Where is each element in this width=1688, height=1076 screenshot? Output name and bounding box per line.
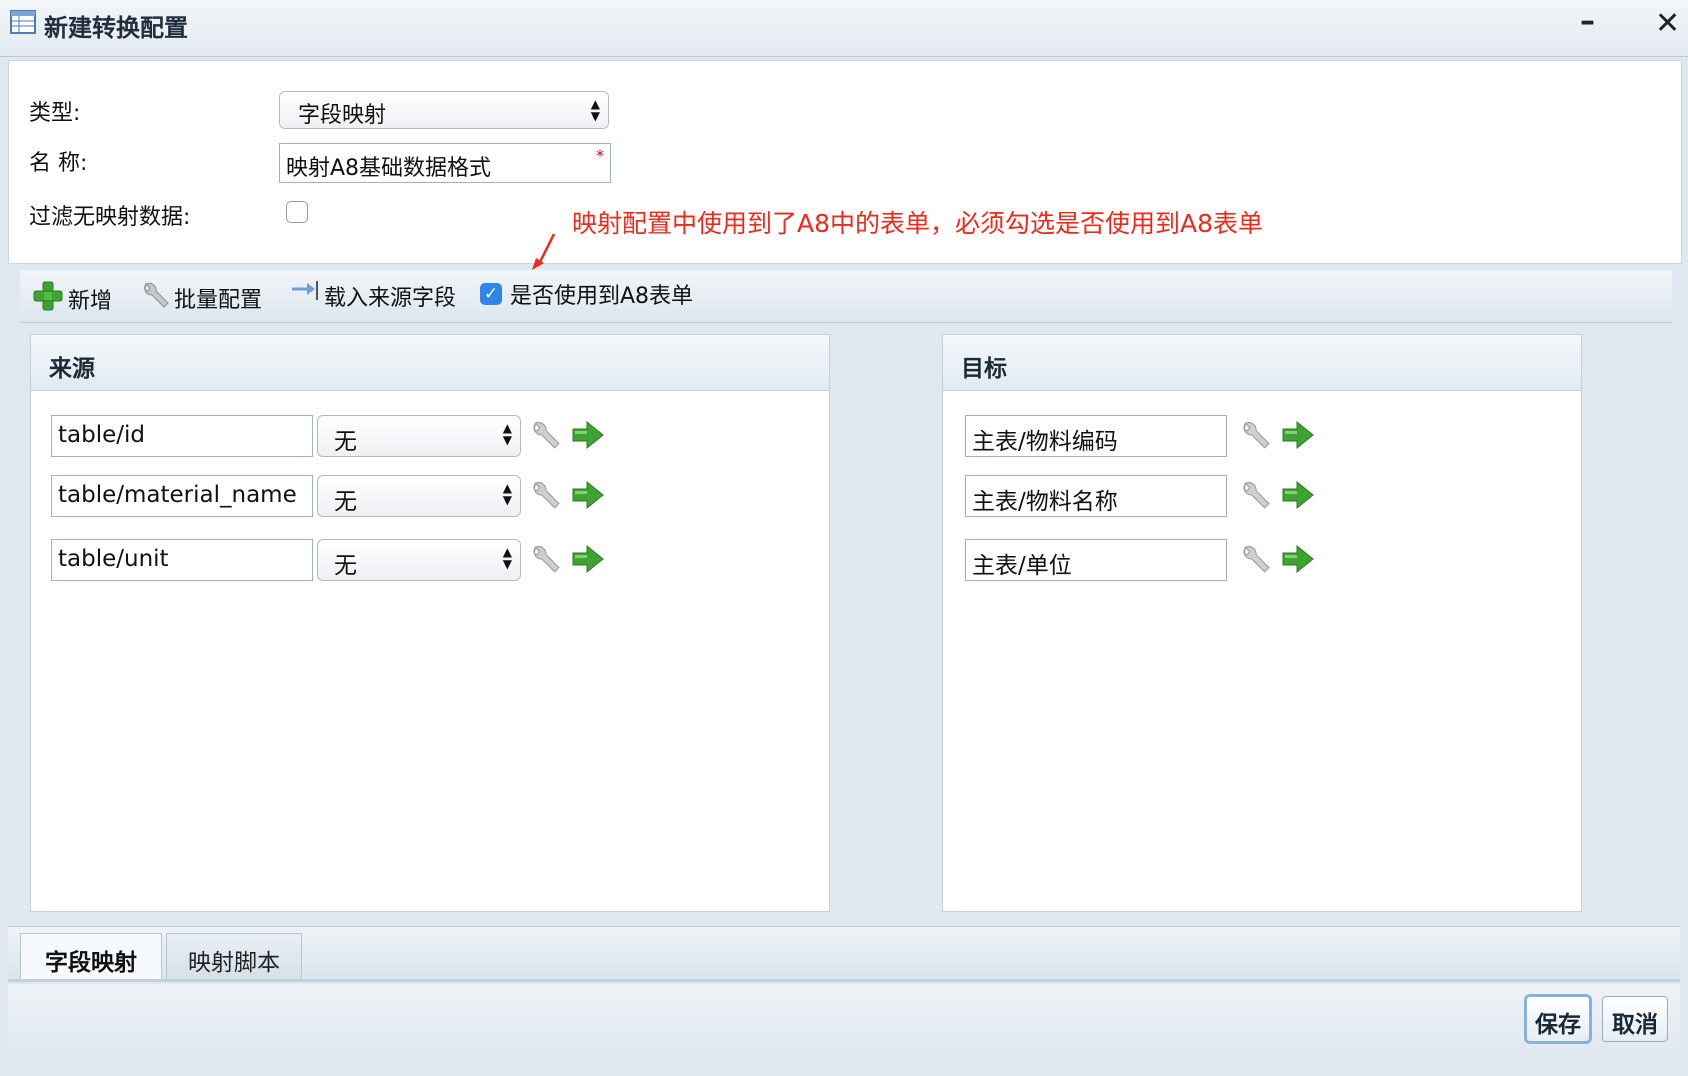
name-label: 名 称: <box>29 151 88 176</box>
target-panel: 目标 主表/物料编码 主表/物料名称 主表/单位 <box>942 334 1582 912</box>
green-arrow-icon[interactable] <box>1281 419 1315 455</box>
annotation-note: 映射配置中使用到了A8中的表单，必须勾选是否使用到A8表单 <box>572 209 1264 238</box>
source-panel-title: 来源 <box>31 335 829 391</box>
filter-checkbox[interactable] <box>286 201 308 223</box>
type-label: 类型: <box>29 101 81 126</box>
add-label: 新增 <box>68 289 113 314</box>
select-arrows-icon: ▲ ▼ <box>590 97 600 123</box>
source-option-select[interactable]: 无 ▲ ▼ <box>317 475 521 517</box>
source-field-input[interactable]: table/unit <box>51 539 313 581</box>
source-option-value: 无 <box>334 489 357 515</box>
source-panel: 来源 table/id 无 ▲ ▼ table/material_name 无 ▲… <box>30 334 830 912</box>
source-field-input[interactable]: table/material_name <box>51 475 313 517</box>
use-a8-label: 是否使用到A8表单 <box>510 284 694 309</box>
table-icon <box>10 10 36 38</box>
select-arrows-icon: ▲ ▼ <box>502 481 512 507</box>
name-input[interactable]: 映射A8基础数据格式 * <box>279 143 611 183</box>
cancel-button[interactable]: 取消 <box>1602 996 1668 1042</box>
source-option-value: 无 <box>334 429 357 455</box>
wrench-icon[interactable] <box>529 543 561 579</box>
green-arrow-icon[interactable] <box>571 419 605 455</box>
wrench-icon[interactable] <box>1239 419 1271 455</box>
config-form: 类型: 字段映射 ▲ ▼ 名 称: 映射A8基础数据格式 * 过滤无映射数据: 映… <box>8 60 1682 264</box>
target-panel-title: 目标 <box>943 335 1581 391</box>
target-field-input[interactable]: 主表/物料编码 <box>965 415 1227 457</box>
tab-mapping-script[interactable]: 映射脚本 <box>166 933 302 979</box>
window-titlebar: 新建转换配置 – ✕ <box>0 0 1688 57</box>
wrench-icon <box>140 280 170 316</box>
wrench-icon[interactable] <box>1239 543 1271 579</box>
wrench-icon[interactable] <box>529 419 561 455</box>
mapping-toolbar: 新增 批量配置 载入来源字段 ✓ 是否使用到A8表单 <box>20 270 1672 323</box>
type-select[interactable]: 字段映射 ▲ ▼ <box>279 91 609 129</box>
green-arrow-icon[interactable] <box>571 543 605 579</box>
source-option-select[interactable]: 无 ▲ ▼ <box>317 415 521 457</box>
filter-label: 过滤无映射数据: <box>29 205 191 230</box>
name-input-value: 映射A8基础数据格式 <box>286 156 492 181</box>
select-arrows-icon: ▲ ▼ <box>502 421 512 447</box>
load-source-fields-button[interactable]: 载入来源字段 <box>290 280 456 312</box>
add-button[interactable]: 新增 <box>32 280 112 318</box>
target-field-input[interactable]: 主表/单位 <box>965 539 1227 581</box>
wrench-icon[interactable] <box>529 479 561 515</box>
window-title: 新建转换配置 <box>44 14 188 42</box>
import-arrow-icon <box>290 280 320 312</box>
wrench-icon[interactable] <box>1239 479 1271 515</box>
batch-config-label: 批量配置 <box>174 288 263 313</box>
green-arrow-icon[interactable] <box>1281 543 1315 579</box>
load-source-fields-label: 载入来源字段 <box>324 286 457 311</box>
source-option-value: 无 <box>334 553 357 579</box>
green-arrow-icon[interactable] <box>571 479 605 515</box>
dialog-footer: 保存 取消 <box>8 984 1680 1056</box>
use-a8-checkbox[interactable]: ✓ <box>480 283 502 305</box>
green-plus-icon <box>32 280 64 318</box>
green-arrow-icon[interactable] <box>1281 479 1315 515</box>
batch-config-button[interactable]: 批量配置 <box>140 280 262 316</box>
save-button[interactable]: 保存 <box>1526 996 1590 1042</box>
source-option-select[interactable]: 无 ▲ ▼ <box>317 539 521 581</box>
source-field-input[interactable]: table/id <box>51 415 313 457</box>
use-a8-form-toggle[interactable]: ✓ 是否使用到A8表单 <box>480 278 693 310</box>
minimize-button[interactable]: – <box>1580 2 1595 42</box>
type-select-value: 字段映射 <box>298 103 387 128</box>
required-star: * <box>596 146 604 165</box>
mode-tabbar: 字段映射 映射脚本 <box>8 926 1680 982</box>
select-arrows-icon: ▲ ▼ <box>502 545 512 571</box>
target-field-input[interactable]: 主表/物料名称 <box>965 475 1227 517</box>
close-button[interactable]: ✕ <box>1655 4 1680 44</box>
tab-field-mapping[interactable]: 字段映射 <box>20 933 162 979</box>
